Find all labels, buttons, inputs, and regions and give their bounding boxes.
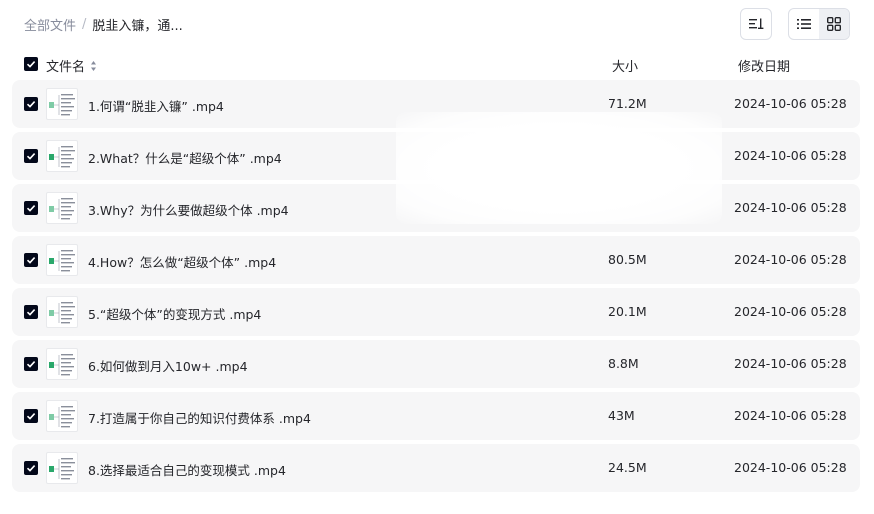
file-size: 20.1M (608, 304, 647, 319)
table-header: 文件名 大小 修改日期 (12, 50, 860, 78)
file-modified-date: 2024-10-06 05:28 (734, 200, 847, 215)
top-bar: 全部文件 / 脱韭入镰，通... (0, 0, 874, 48)
breadcrumb-root-link[interactable]: 全部文件 (24, 15, 76, 34)
file-size: 8.8M (608, 356, 639, 371)
check-icon (26, 465, 36, 472)
check-icon (26, 257, 36, 264)
file-name[interactable]: 5.“超级个体”的变现方式 .mp4 (88, 304, 261, 323)
file-name[interactable]: 2.What？什么是“超级个体” .mp4 (88, 148, 282, 167)
file-modified-date: 2024-10-06 05:28 (734, 304, 847, 319)
table-row[interactable]: 8.选择最适合自己的变现模式 .mp4 24.5M 2024-10-06 05:28 (12, 444, 860, 492)
breadcrumb: 全部文件 / 脱韭入镰，通... (24, 15, 183, 34)
table-row[interactable]: 2.What？什么是“超级个体” .mp4 2024-10-06 05:28 (12, 132, 860, 180)
grid-view-button[interactable] (819, 9, 849, 39)
column-header-name-label: 文件名 (46, 60, 86, 75)
table-row[interactable]: 4.How？怎么做“超级个体” .mp4 80.5M 2024-10-06 05:2… (12, 236, 860, 284)
check-icon (26, 61, 36, 68)
file-modified-date: 2024-10-06 05:28 (734, 408, 847, 423)
check-icon (26, 101, 36, 108)
column-header-name[interactable]: 文件名 (46, 56, 97, 75)
breadcrumb-separator: / (82, 17, 87, 32)
sort-toggle-icon (91, 60, 97, 71)
sort-icon (749, 18, 764, 29)
file-name[interactable]: 6.如何做到月入10w+ .mp4 (88, 356, 248, 375)
row-checkbox[interactable] (24, 409, 38, 423)
file-name[interactable]: 8.选择最适合自己的变现模式 .mp4 (88, 460, 286, 479)
file-size: 71.2M (608, 96, 647, 111)
mindmap-thumbnail-icon (49, 406, 75, 428)
file-modified-date: 2024-10-06 05:28 (734, 460, 847, 475)
video-thumbnail[interactable] (46, 140, 78, 172)
video-thumbnail[interactable] (46, 400, 78, 432)
row-checkbox[interactable] (24, 461, 38, 475)
sort-button[interactable] (740, 8, 772, 40)
table-row[interactable]: 3.Why？为什么要做超级个体 .mp4 2024-10-06 05:28 (12, 184, 860, 232)
list-view-icon (797, 19, 811, 29)
video-thumbnail[interactable] (46, 452, 78, 484)
video-thumbnail[interactable] (46, 244, 78, 276)
row-checkbox[interactable] (24, 201, 38, 215)
list-view-button[interactable] (789, 9, 819, 39)
check-icon (26, 153, 36, 160)
row-checkbox[interactable] (24, 149, 38, 163)
file-size: 80.5M (608, 252, 647, 267)
file-list: 1.何谓“脱韭入镰” .mp4 71.2M 2024-10-06 05:28 2.Wh… (12, 80, 860, 496)
mindmap-thumbnail-icon (49, 94, 75, 116)
row-checkbox[interactable] (24, 253, 38, 267)
check-icon (26, 309, 36, 316)
file-name[interactable]: 7.打造属于你自己的知识付费体系 .mp4 (88, 408, 311, 427)
file-size: 24.5M (608, 460, 647, 475)
row-checkbox[interactable] (24, 305, 38, 319)
file-name[interactable]: 4.How？怎么做“超级个体” .mp4 (88, 252, 276, 271)
mindmap-thumbnail-icon (49, 458, 75, 480)
row-checkbox[interactable] (24, 97, 38, 111)
video-thumbnail[interactable] (46, 88, 78, 120)
file-modified-date: 2024-10-06 05:28 (734, 148, 847, 163)
table-row[interactable]: 6.如何做到月入10w+ .mp4 8.8M 2024-10-06 05:28 (12, 340, 860, 388)
table-row[interactable]: 5.“超级个体”的变现方式 .mp4 20.1M 2024-10-06 05:28 (12, 288, 860, 336)
file-name[interactable]: 3.Why？为什么要做超级个体 .mp4 (88, 200, 289, 219)
video-thumbnail[interactable] (46, 296, 78, 328)
mindmap-thumbnail-icon (49, 198, 75, 220)
mindmap-thumbnail-icon (49, 146, 75, 168)
file-modified-date: 2024-10-06 05:28 (734, 252, 847, 267)
table-row[interactable]: 7.打造属于你自己的知识付费体系 .mp4 43M 2024-10-06 05:28 (12, 392, 860, 440)
file-name[interactable]: 1.何谓“脱韭入镰” .mp4 (88, 96, 224, 115)
file-modified-date: 2024-10-06 05:28 (734, 356, 847, 371)
file-modified-date: 2024-10-06 05:28 (734, 96, 847, 111)
video-thumbnail[interactable] (46, 348, 78, 380)
file-size: 43M (608, 408, 635, 423)
check-icon (26, 361, 36, 368)
mindmap-thumbnail-icon (49, 354, 75, 376)
grid-view-icon (827, 17, 841, 31)
row-checkbox[interactable] (24, 357, 38, 371)
view-toggle (788, 8, 850, 40)
table-row[interactable]: 1.何谓“脱韭入镰” .mp4 71.2M 2024-10-06 05:28 (12, 80, 860, 128)
select-all-checkbox[interactable] (24, 57, 38, 71)
column-header-size: 大小 (612, 60, 639, 75)
video-thumbnail[interactable] (46, 192, 78, 224)
breadcrumb-current: 脱韭入镰，通... (92, 19, 183, 34)
mindmap-thumbnail-icon (49, 250, 75, 272)
column-header-date: 修改日期 (738, 60, 791, 75)
check-icon (26, 205, 36, 212)
mindmap-thumbnail-icon (49, 302, 75, 324)
check-icon (26, 413, 36, 420)
